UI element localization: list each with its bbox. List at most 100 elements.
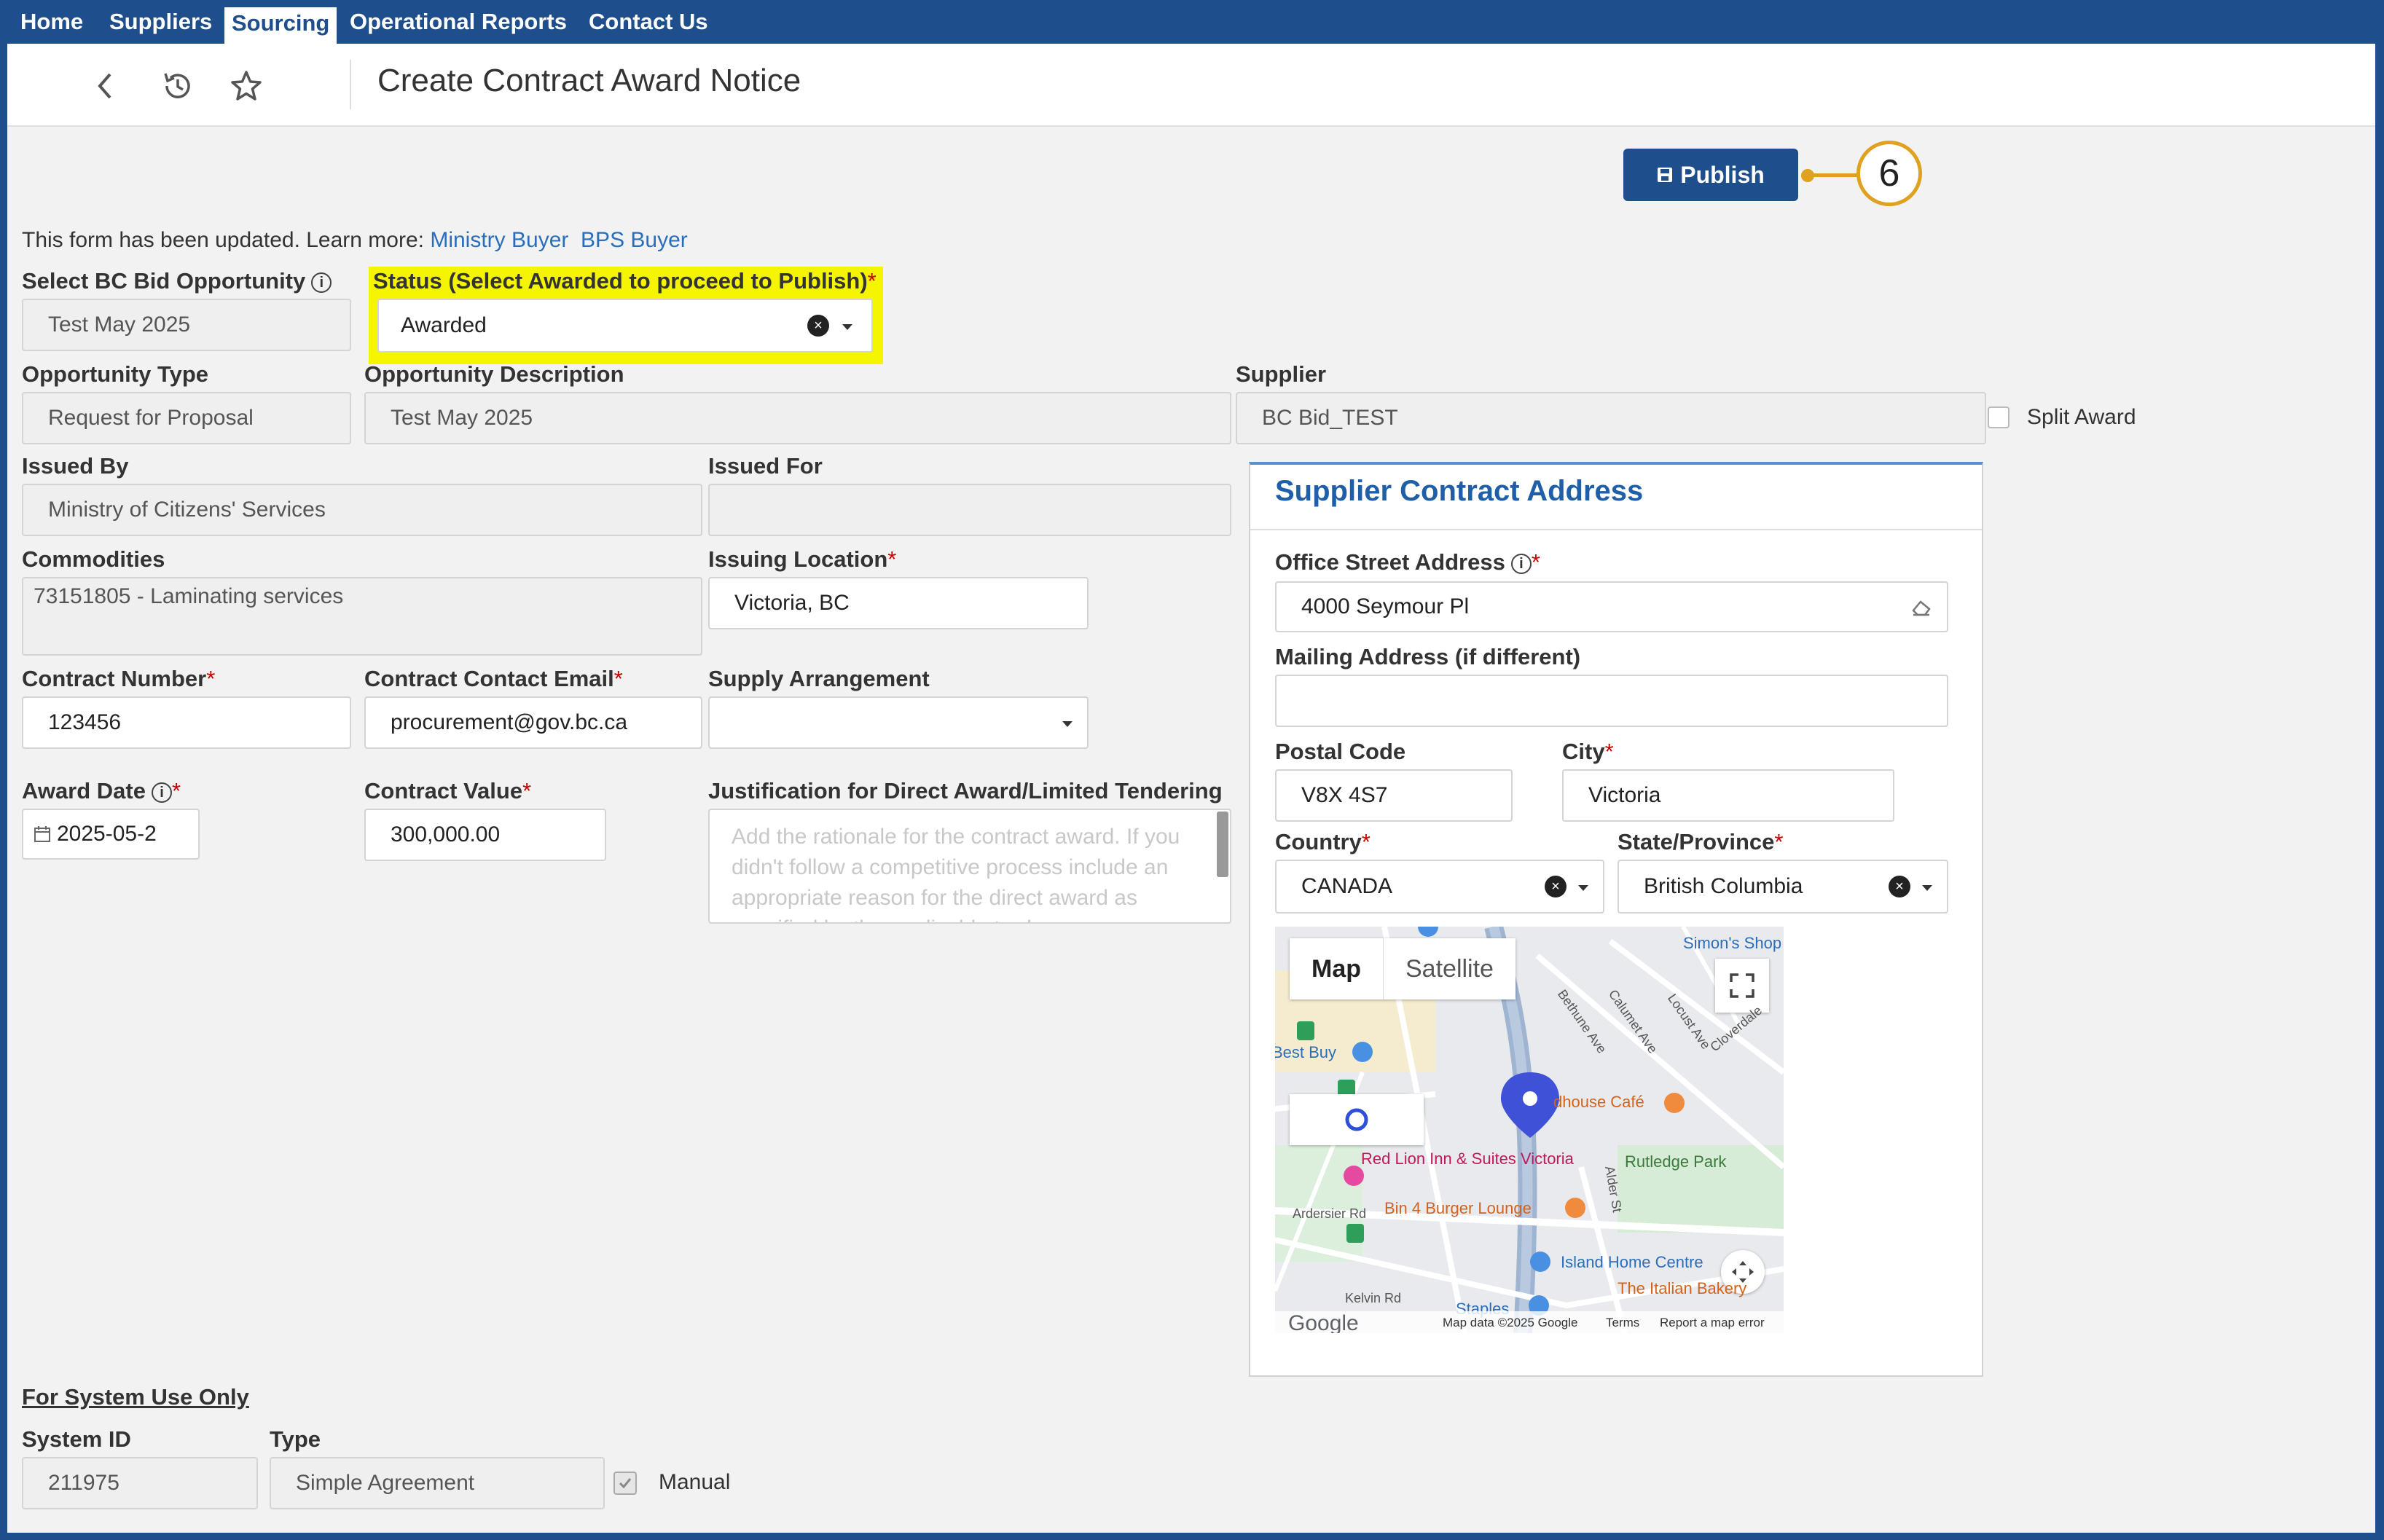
contract-email-field[interactable]: procurement@gov.bc.ca: [364, 696, 702, 749]
bps-buyer-link[interactable]: BPS Buyer: [581, 228, 688, 252]
save-icon: [1658, 168, 1673, 182]
mailing-address-label: Mailing Address (if different): [1275, 644, 1581, 669]
system-id-field[interactable]: 211975: [22, 1457, 258, 1509]
mailing-address-field[interactable]: [1275, 675, 1948, 727]
province-value: British Columbia: [1644, 874, 1803, 898]
opportunity-description-field[interactable]: Test May 2025: [364, 392, 1231, 444]
history-icon[interactable]: [160, 68, 195, 103]
map-data-credit: Map data ©2025 Google: [1443, 1316, 1578, 1329]
supplier-address-card: Supplier Contract Address Office Street …: [1249, 462, 1983, 1377]
callout-line: [1807, 173, 1859, 177]
form-notice: This form has been updated. Learn more: …: [22, 228, 688, 253]
nav-operational-reports[interactable]: Operational Reports: [350, 0, 567, 44]
clear-icon[interactable]: ×: [807, 315, 829, 337]
favorite-star-icon[interactable]: [229, 68, 264, 103]
country-label: Country*: [1275, 829, 1371, 855]
publish-label: Publish: [1680, 161, 1765, 188]
map-terms-link[interactable]: Terms: [1606, 1316, 1639, 1330]
map-street-ardersier: Ardersier Rd: [1293, 1206, 1367, 1221]
type-label: Type: [270, 1426, 321, 1452]
eraser-icon[interactable]: [1910, 599, 1932, 616]
map-label-rutledge: Rutledge Park: [1625, 1152, 1727, 1171]
country-select[interactable]: CANADA ×: [1275, 860, 1604, 914]
notice-text: This form has been updated. Learn more:: [22, 228, 424, 252]
map-street-kelvin: Kelvin Rd: [1345, 1291, 1402, 1305]
nav-contact-us[interactable]: Contact Us: [589, 0, 708, 44]
contract-email-label: Contract Contact Email*: [364, 666, 623, 691]
supply-arrangement-select[interactable]: [708, 696, 1089, 749]
issued-by-label: Issued By: [22, 453, 129, 479]
issuing-location-field[interactable]: Victoria, BC: [708, 577, 1089, 629]
office-street-field[interactable]: 4000 Seymour Pl: [1275, 581, 1948, 632]
chevron-down-icon[interactable]: [1578, 885, 1588, 891]
supplier-address-title: Supplier Contract Address: [1275, 475, 1644, 507]
map-tab[interactable]: Map: [1290, 938, 1383, 999]
contract-value-field[interactable]: 300,000.00: [364, 809, 606, 861]
nav-sourcing[interactable]: Sourcing: [224, 7, 337, 44]
manual-checkbox[interactable]: [613, 1472, 637, 1495]
ministry-buyer-link[interactable]: Ministry Buyer: [430, 228, 568, 252]
satellite-tab[interactable]: Satellite: [1383, 938, 1516, 999]
province-label: State/Province*: [1618, 829, 1784, 855]
report-map-error-link[interactable]: Report a map error: [1660, 1316, 1765, 1330]
commodities-field[interactable]: 73151805 - Laminating services: [22, 577, 702, 656]
award-date-value: 2025-05-2: [57, 822, 157, 846]
fullscreen-icon[interactable]: [1715, 959, 1769, 1013]
status-label: Status (Select Awarded to proceed to Pub…: [373, 268, 877, 294]
contract-number-label: Contract Number*: [22, 666, 216, 691]
office-street-label: Office Street Address i *: [1275, 549, 1540, 575]
info-icon[interactable]: i: [311, 272, 332, 293]
clear-icon[interactable]: ×: [1545, 876, 1567, 897]
info-icon[interactable]: i: [1510, 553, 1532, 574]
system-id-label: System ID: [22, 1426, 131, 1452]
justification-textarea[interactable]: Add the rationale for the contract award…: [708, 809, 1231, 924]
system-use-heading: For System Use Only: [22, 1384, 249, 1410]
issued-by-field[interactable]: Ministry of Citizens' Services: [22, 484, 702, 536]
card-divider: [1250, 529, 1982, 530]
province-select[interactable]: British Columbia ×: [1618, 860, 1948, 914]
city-label: City*: [1562, 739, 1614, 764]
back-icon[interactable]: [87, 68, 122, 103]
supplier-field[interactable]: BC Bid_TEST: [1236, 392, 1986, 444]
chevron-down-icon[interactable]: [842, 324, 852, 330]
map-label-italian-bakery: The Italian Bakery: [1618, 1279, 1747, 1297]
split-award-label: Split Award: [2027, 405, 2136, 429]
page-header: Create Contract Award Notice: [7, 44, 2375, 127]
chevron-down-icon[interactable]: [1922, 885, 1932, 891]
textarea-scrollbar[interactable]: [1217, 812, 1228, 877]
map-label-island-home: Island Home Centre: [1561, 1253, 1703, 1271]
split-award-checkbox[interactable]: [1988, 406, 2009, 428]
info-icon[interactable]: i: [152, 782, 172, 803]
nav-home[interactable]: Home: [20, 0, 83, 44]
header-divider: [350, 60, 351, 109]
postal-code-field[interactable]: V8X 4S7: [1275, 769, 1513, 822]
contract-number-field[interactable]: 123456: [22, 696, 351, 749]
chevron-down-icon[interactable]: [1062, 721, 1073, 727]
status-select[interactable]: Awarded ×: [377, 299, 873, 353]
map-label-bin4: Bin 4 Burger Lounge: [1384, 1199, 1532, 1217]
map-label-cafe: dhouse Café: [1553, 1093, 1644, 1111]
map-widget[interactable]: Map Satellite Red Lion Inn & Suites Vict…: [1275, 927, 1784, 1333]
award-date-field[interactable]: 2025-05-2: [22, 809, 200, 860]
issued-for-field[interactable]: [708, 484, 1231, 536]
city-field[interactable]: Victoria: [1562, 769, 1894, 822]
country-value: CANADA: [1301, 874, 1393, 898]
bid-opportunity-label: Select BC Bid Opportunity i: [22, 268, 332, 294]
map-label-best-buy: Best Buy: [1275, 1043, 1337, 1061]
checkmark-icon: [619, 1478, 632, 1489]
publish-button[interactable]: Publish: [1623, 149, 1798, 201]
postal-code-label: Postal Code: [1275, 739, 1406, 764]
opportunity-type-label: Opportunity Type: [22, 361, 209, 387]
manual-label: Manual: [659, 1470, 731, 1494]
map-label-simons: Simon's Shop: [1683, 934, 1782, 952]
step-callout: 6: [1856, 141, 1922, 206]
my-location-icon: [1345, 1108, 1368, 1131]
page-title: Create Contract Award Notice: [377, 63, 801, 98]
clear-icon[interactable]: ×: [1889, 876, 1910, 897]
nav-suppliers[interactable]: Suppliers: [109, 0, 212, 44]
location-button[interactable]: [1290, 1094, 1424, 1145]
opportunity-type-field[interactable]: Request for Proposal: [22, 392, 351, 444]
bid-opportunity-field[interactable]: Test May 2025: [22, 299, 351, 351]
type-field[interactable]: Simple Agreement: [270, 1457, 605, 1509]
calendar-icon[interactable]: [34, 825, 51, 843]
